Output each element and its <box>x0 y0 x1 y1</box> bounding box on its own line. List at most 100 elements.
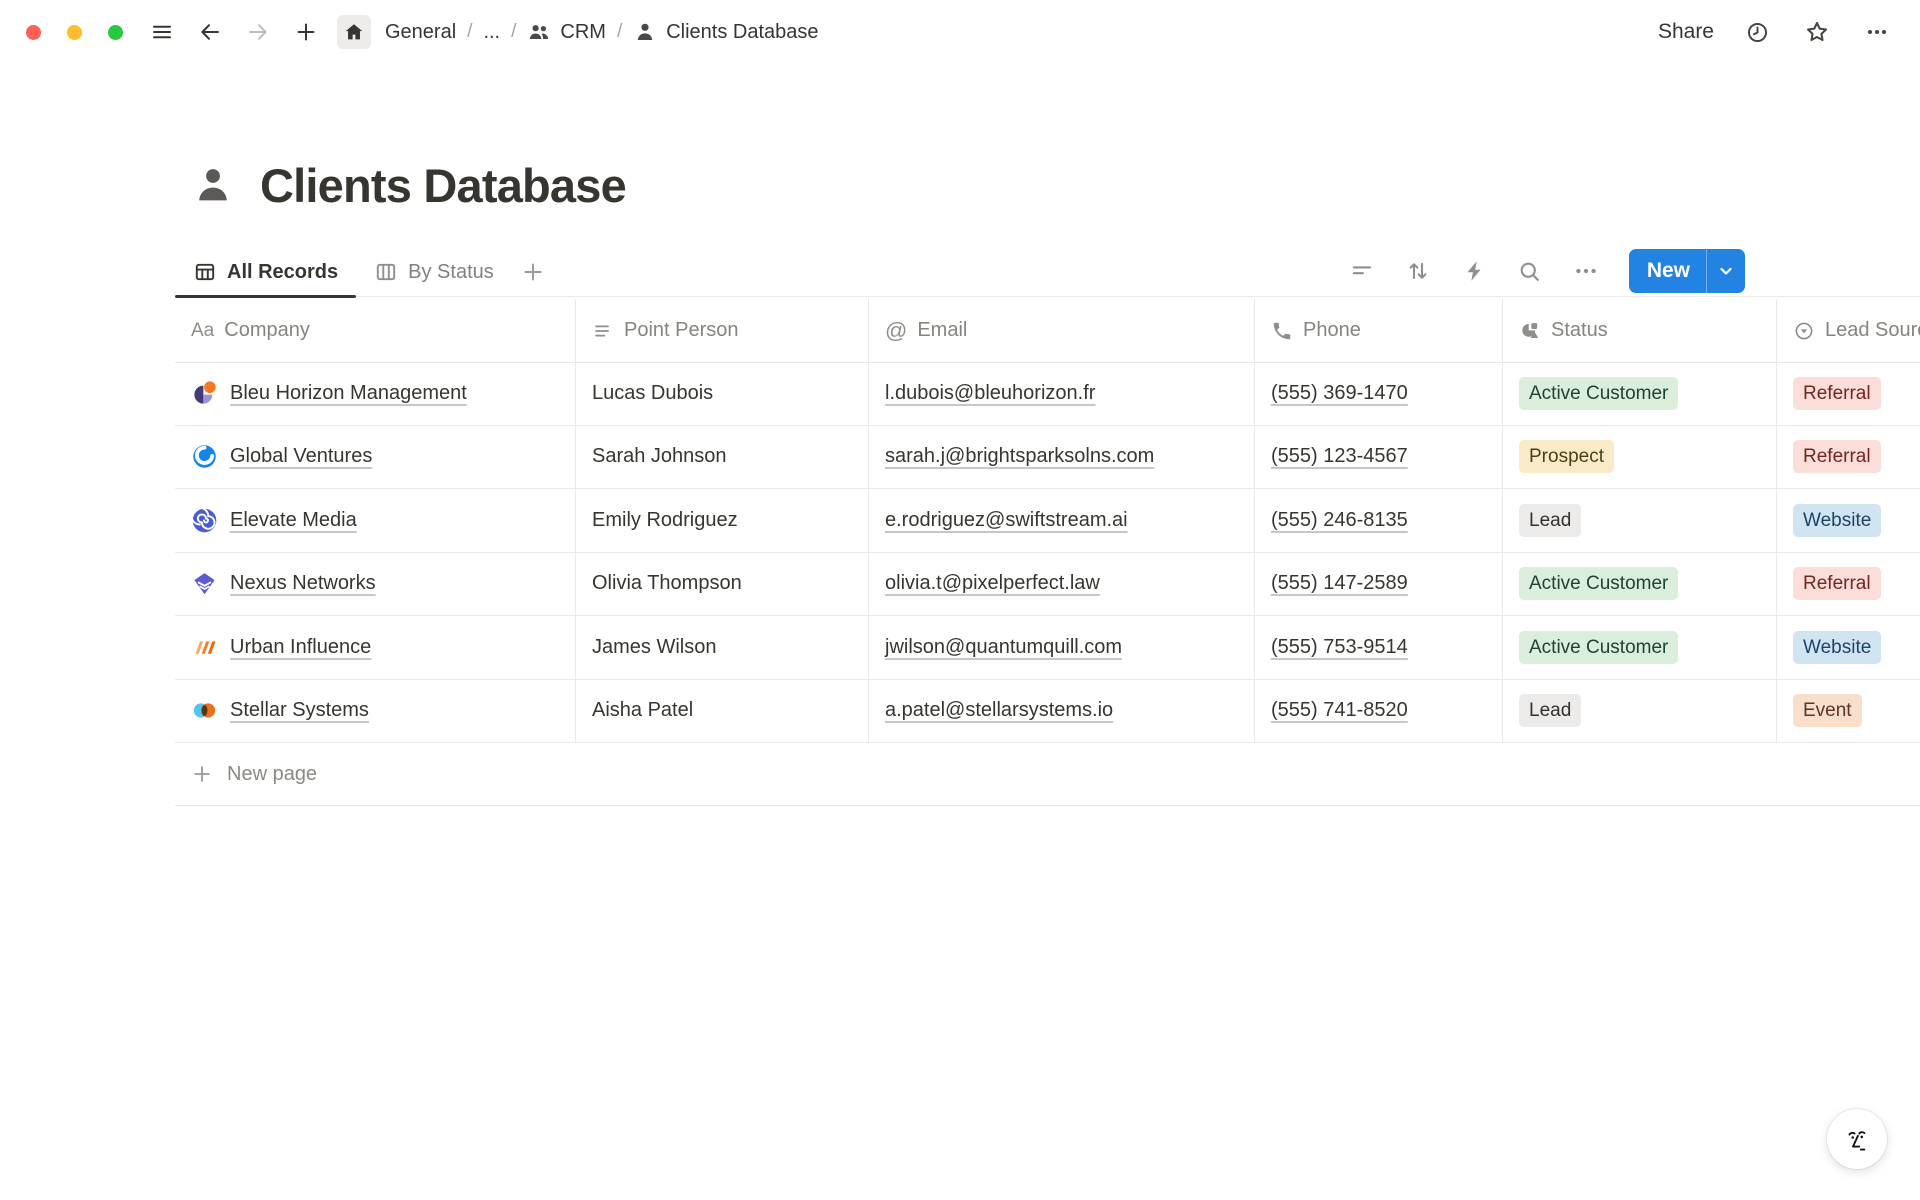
cell-lead-source[interactable]: Referral <box>1777 426 1920 489</box>
cell-point-person[interactable]: Lucas Dubois <box>576 362 869 425</box>
search-button[interactable] <box>1515 256 1545 286</box>
back-button[interactable] <box>193 15 227 49</box>
cell-point-person[interactable]: Aisha Patel <box>576 680 869 743</box>
breadcrumb-item-clients-database[interactable]: Clients Database <box>633 20 818 44</box>
updates-clock-button[interactable] <box>1740 15 1774 49</box>
cell-company[interactable]: Global Ventures <box>175 426 576 489</box>
notion-ai-button[interactable] <box>1827 1109 1887 1169</box>
column-label: Phone <box>1303 319 1361 342</box>
view-tab-all-records[interactable]: All Records <box>175 248 356 296</box>
cell-company[interactable]: Elevate Media <box>175 489 576 552</box>
column-header-company[interactable]: AaCompany <box>175 299 576 362</box>
page-header: Clients Database <box>190 150 626 220</box>
cell-lead-source[interactable]: Referral <box>1777 362 1920 425</box>
home-button[interactable] <box>337 15 371 49</box>
phone-link[interactable]: (555) 147-2589 <box>1271 572 1408 595</box>
cell-point-person[interactable]: Sarah Johnson <box>576 426 869 489</box>
cell-company[interactable]: Nexus Networks <box>175 553 576 616</box>
view-options-button[interactable] <box>1571 256 1601 286</box>
cell-phone[interactable]: (555) 246-8135 <box>1255 489 1503 552</box>
cell-email[interactable]: olivia.t@pixelperfect.law <box>869 553 1255 616</box>
new-record-button[interactable]: New <box>1629 249 1745 293</box>
company-name-link[interactable]: Nexus Networks <box>230 572 376 595</box>
more-options-button[interactable] <box>1860 15 1894 49</box>
cell-lead-source[interactable]: Website <box>1777 489 1920 552</box>
cell-email[interactable]: jwilson@quantumquill.com <box>869 616 1255 679</box>
email-link[interactable]: a.patel@stellarsystems.io <box>885 699 1113 722</box>
new-tab-button[interactable] <box>289 15 323 49</box>
cell-point-person[interactable]: Emily Rodriguez <box>576 489 869 552</box>
cell-email[interactable]: e.rodriguez@swiftstream.ai <box>869 489 1255 552</box>
company-name-link[interactable]: Urban Influence <box>230 636 371 659</box>
breadcrumb-item-crm[interactable]: CRM <box>527 20 606 44</box>
status-tag-active-customer: Active Customer <box>1519 567 1678 600</box>
new-page-row[interactable]: New page <box>175 743 1920 806</box>
cell-phone[interactable]: (555) 369-1470 <box>1255 362 1503 425</box>
phone-link[interactable]: (555) 753-9514 <box>1271 636 1408 659</box>
cell-status[interactable]: Prospect <box>1503 426 1777 489</box>
cell-status[interactable]: Lead <box>1503 489 1777 552</box>
cell-email[interactable]: l.dubois@bleuhorizon.fr <box>869 362 1255 425</box>
page-person-icon[interactable] <box>190 162 236 208</box>
view-tab-by-status[interactable]: By Status <box>356 248 512 296</box>
phone-link[interactable]: (555) 369-1470 <box>1271 382 1408 405</box>
cell-point-person[interactable]: James Wilson <box>576 616 869 679</box>
zoom-window-button[interactable] <box>108 25 123 40</box>
favorite-star-button[interactable] <box>1800 15 1834 49</box>
email-link[interactable]: sarah.j@brightsparksolns.com <box>885 445 1154 468</box>
sort-button[interactable] <box>1403 256 1433 286</box>
email-link[interactable]: l.dubois@bleuhorizon.fr <box>885 382 1095 405</box>
cell-phone[interactable]: (555) 741-8520 <box>1255 680 1503 743</box>
cell-email[interactable]: a.patel@stellarsystems.io <box>869 680 1255 743</box>
company-name-link[interactable]: Global Ventures <box>230 445 372 468</box>
forward-button[interactable] <box>241 15 275 49</box>
breadcrumb: General/.../CRM/Clients Database <box>385 20 819 44</box>
chevron-down-icon[interactable] <box>1707 259 1745 283</box>
breadcrumb-item-general[interactable]: General <box>385 21 456 44</box>
minimize-window-button[interactable] <box>67 25 82 40</box>
cell-company[interactable]: Stellar Systems <box>175 680 576 743</box>
cell-status[interactable]: Active Customer <box>1503 553 1777 616</box>
cell-phone[interactable]: (555) 147-2589 <box>1255 553 1503 616</box>
sidebar-menu-button[interactable] <box>145 15 179 49</box>
email-link[interactable]: jwilson@quantumquill.com <box>885 636 1122 659</box>
filter-button[interactable] <box>1347 256 1377 286</box>
share-button[interactable]: Share <box>1658 20 1714 44</box>
cell-company[interactable]: Urban Influence <box>175 616 576 679</box>
phone-link[interactable]: (555) 741-8520 <box>1271 699 1408 722</box>
column-header-lead-source[interactable]: Lead Source <box>1777 299 1920 362</box>
cell-status[interactable]: Lead <box>1503 680 1777 743</box>
column-header-phone[interactable]: Phone <box>1255 299 1503 362</box>
cell-lead-source[interactable]: Event <box>1777 680 1920 743</box>
dots-icon <box>1865 20 1889 44</box>
company-name-link[interactable]: Bleu Horizon Management <box>230 382 467 405</box>
breadcrumb-item-more[interactable]: ... <box>483 21 500 44</box>
cell-point-person[interactable]: Olivia Thompson <box>576 553 869 616</box>
phone-link[interactable]: (555) 246-8135 <box>1271 509 1408 532</box>
close-window-button[interactable] <box>26 25 41 40</box>
column-label: Point Person <box>624 319 739 342</box>
column-header-point-person[interactable]: Point Person <box>576 299 869 362</box>
company-name-link[interactable]: Stellar Systems <box>230 699 369 722</box>
breadcrumb-separator: / <box>511 21 516 43</box>
cell-phone[interactable]: (555) 123-4567 <box>1255 426 1503 489</box>
company-name-link[interactable]: Elevate Media <box>230 509 357 532</box>
add-view-button[interactable] <box>516 255 550 289</box>
cell-status[interactable]: Active Customer <box>1503 362 1777 425</box>
email-link[interactable]: olivia.t@pixelperfect.law <box>885 572 1100 595</box>
automation-bolt-button[interactable] <box>1459 256 1489 286</box>
table-icon <box>193 260 217 284</box>
cell-email[interactable]: sarah.j@brightsparksolns.com <box>869 426 1255 489</box>
phone-link[interactable]: (555) 123-4567 <box>1271 445 1408 468</box>
cell-company[interactable]: Bleu Horizon Management <box>175 362 576 425</box>
breadcrumb-label: ... <box>483 21 500 44</box>
column-header-email[interactable]: @Email <box>869 299 1255 362</box>
email-link[interactable]: e.rodriguez@swiftstream.ai <box>885 509 1128 532</box>
cell-phone[interactable]: (555) 753-9514 <box>1255 616 1503 679</box>
cell-lead-source[interactable]: Website <box>1777 616 1920 679</box>
new-page-label: New page <box>227 763 317 786</box>
cell-status[interactable]: Active Customer <box>1503 616 1777 679</box>
lead-source-tag-referral: Referral <box>1793 377 1881 410</box>
column-header-status[interactable]: Status <box>1503 299 1777 362</box>
cell-lead-source[interactable]: Referral <box>1777 553 1920 616</box>
